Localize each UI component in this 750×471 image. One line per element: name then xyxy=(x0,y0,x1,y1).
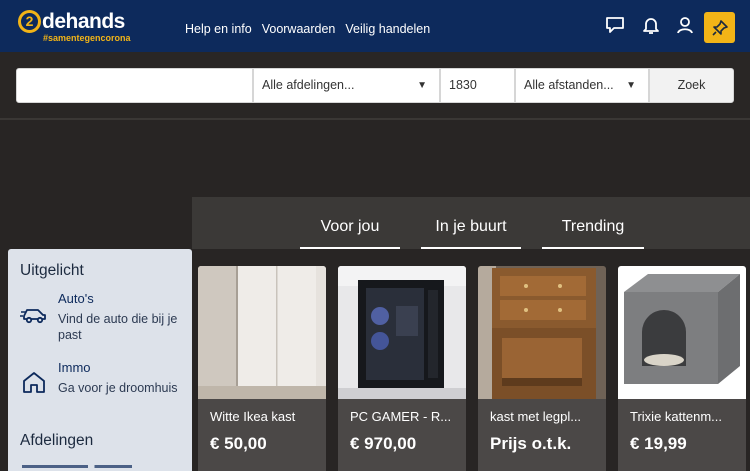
bell-icon[interactable] xyxy=(640,14,662,36)
pin-icon xyxy=(711,19,728,36)
category-sidebar: Uitgelicht Auto's Vind de auto die bij j… xyxy=(8,249,192,471)
tab-in-je-buurt[interactable]: In je buurt xyxy=(421,197,521,249)
tab-voor-jou[interactable]: Voor jou xyxy=(300,197,400,249)
header-nav: Help en info Voorwaarden Veilig handelen xyxy=(185,22,430,36)
category-select[interactable]: Alle afdelingen... ▼ xyxy=(253,68,440,103)
tab-trending[interactable]: Trending xyxy=(542,197,644,249)
tab-underline xyxy=(300,247,400,249)
listing-card[interactable]: kast met legpl... Prijs o.t.k. xyxy=(478,266,606,471)
listing-title: PC GAMER - R... xyxy=(350,409,452,424)
sidebar-item-desc: Vind de auto die bij je past xyxy=(58,312,178,342)
zip-code-input[interactable]: 1830 xyxy=(440,68,515,103)
listing-price: € 970,00 xyxy=(350,434,417,453)
sidebar-item-title: Immo xyxy=(58,360,91,375)
tab-underline xyxy=(542,247,644,249)
listing-card[interactable]: Witte Ikea kast € 50,00 xyxy=(198,266,326,471)
chevron-down-icon: ▼ xyxy=(626,80,636,91)
pin-button[interactable] xyxy=(704,12,735,43)
sidebar-item-immo[interactable]: Immo Ga voor je droomhuis xyxy=(20,360,190,416)
sidebar-item-desc: Ga voor je droomhuis xyxy=(58,381,178,395)
cut-off-category-link[interactable] xyxy=(22,463,142,471)
tab-label: In je buurt xyxy=(435,218,507,235)
distance-select-value: Alle afstanden... xyxy=(524,78,614,92)
tab-label: Trending xyxy=(561,218,625,235)
listing-price: € 19,99 xyxy=(630,434,687,453)
top-navigation-bar: 2 dehands #samentegencorona Help en info… xyxy=(0,0,750,52)
listing-image xyxy=(478,266,606,399)
divider xyxy=(0,118,750,120)
logo-text: dehands xyxy=(42,10,125,33)
category-select-value: Alle afdelingen... xyxy=(262,78,355,92)
sidebar-item-title: Auto's xyxy=(58,291,94,306)
listing-card[interactable]: PC GAMER - R... € 970,00 xyxy=(338,266,466,471)
distance-select[interactable]: Alle afstanden... ▼ xyxy=(515,68,649,103)
tab-label: Voor jou xyxy=(320,218,380,235)
search-button[interactable]: Zoek xyxy=(649,68,734,103)
listing-price: Prijs o.t.k. xyxy=(490,434,572,453)
listing-image xyxy=(338,266,466,399)
chat-icon[interactable] xyxy=(604,14,626,36)
listing-price: € 50,00 xyxy=(210,434,267,453)
listing-title: Trixie kattenm... xyxy=(630,409,722,424)
departments-heading: Afdelingen xyxy=(20,432,94,449)
listing-image xyxy=(618,266,746,399)
search-bar: Alle afdelingen... ▼ 1830 Alle afstanden… xyxy=(0,52,750,118)
listing-image xyxy=(198,266,326,399)
featured-heading: Uitgelicht xyxy=(20,262,84,279)
listing-title: kast met legpl... xyxy=(490,409,582,424)
nav-safe-trading-link[interactable]: Veilig handelen xyxy=(345,22,430,36)
logo-mark: 2 xyxy=(18,10,41,33)
chevron-down-icon: ▼ xyxy=(417,80,427,91)
listing-title: Witte Ikea kast xyxy=(210,409,296,424)
sidebar-item-autos[interactable]: Auto's Vind de auto die bij je past xyxy=(20,291,190,347)
feed-tabs: Voor jou In je buurt Trending xyxy=(192,197,750,249)
tab-underline xyxy=(421,247,521,249)
house-icon xyxy=(20,368,48,396)
user-icon[interactable] xyxy=(674,14,696,36)
listing-card[interactable]: Trixie kattenm... € 19,99 xyxy=(618,266,746,471)
nav-terms-link[interactable]: Voorwaarden xyxy=(262,22,336,36)
nav-help-link[interactable]: Help en info xyxy=(185,22,252,36)
logo-tagline: #samentegencorona xyxy=(43,33,131,43)
car-icon xyxy=(20,299,48,327)
site-logo[interactable]: 2 dehands #samentegencorona xyxy=(18,10,148,46)
search-input[interactable] xyxy=(16,68,253,103)
